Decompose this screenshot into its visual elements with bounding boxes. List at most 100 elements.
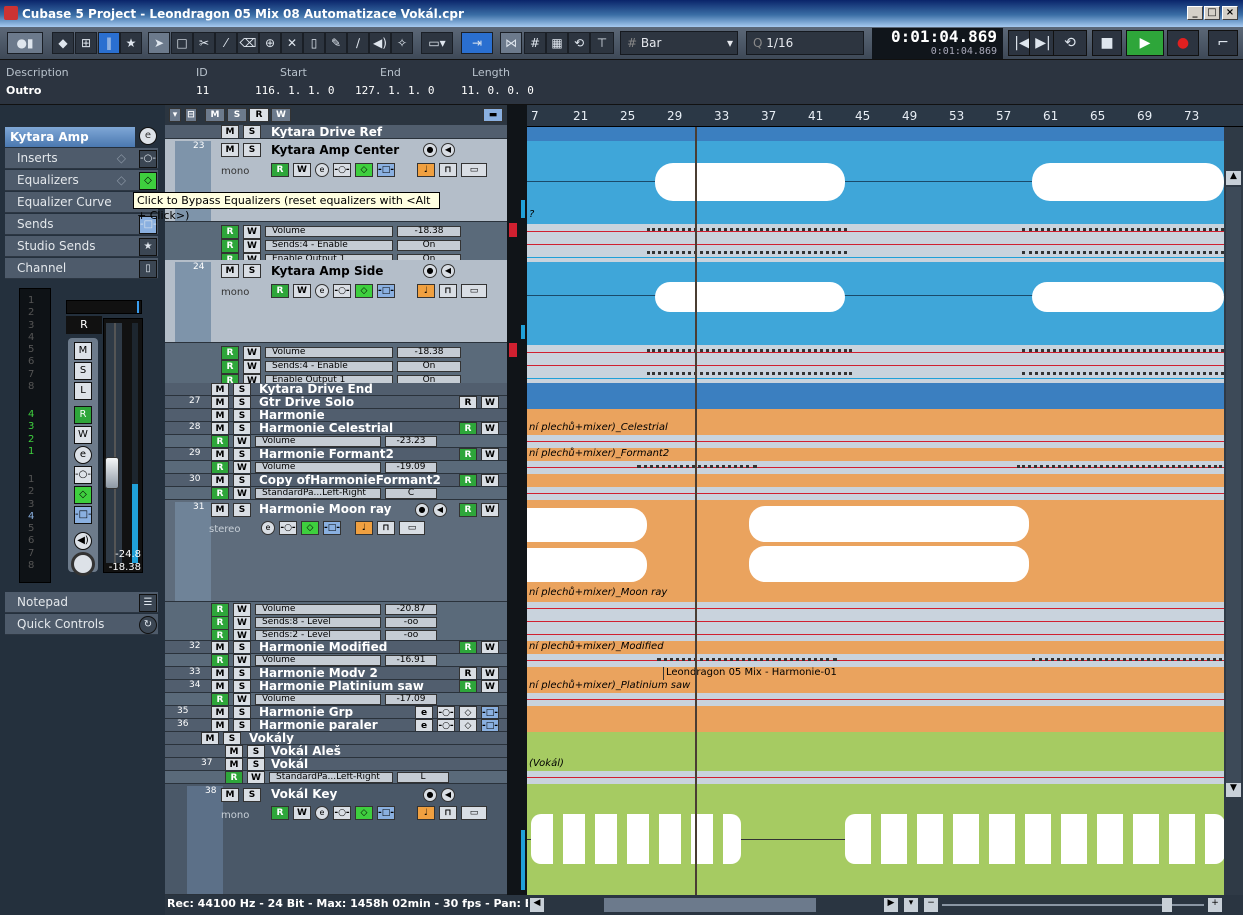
track-folder-vokal-ales[interactable]: M S Vokál Aleš bbox=[165, 745, 507, 758]
audio-waveform[interactable] bbox=[527, 508, 647, 542]
track-name[interactable]: Kytara Drive Ref bbox=[271, 125, 382, 138]
write-button[interactable]: W bbox=[243, 225, 261, 239]
draw-tool-icon[interactable]: ✎ bbox=[325, 32, 347, 54]
mute-button[interactable]: M bbox=[201, 732, 219, 744]
read-button[interactable]: R bbox=[225, 771, 243, 783]
solo-button[interactable]: S bbox=[233, 641, 251, 653]
track-32-harmonie-modified[interactable]: 32 M S Harmonie Modified R W bbox=[165, 641, 507, 654]
read-button[interactable]: R bbox=[271, 806, 289, 820]
glue-tool-icon[interactable]: ⁄ bbox=[215, 32, 237, 54]
solo-button[interactable]: S bbox=[243, 788, 261, 802]
scroll-down-arrow-icon[interactable]: ▼ bbox=[1226, 783, 1241, 797]
crossfade-icon[interactable]: ⟲ bbox=[568, 32, 590, 54]
color-tool-icon[interactable]: ✧ bbox=[391, 32, 413, 54]
horizontal-scrollbar[interactable]: ◀ ▶ ▾ − + bbox=[528, 895, 1243, 915]
object-selection-tool-icon[interactable]: ➤ bbox=[148, 32, 170, 54]
read-button[interactable]: R bbox=[459, 503, 477, 517]
bypass-eq-icon[interactable]: ◇ bbox=[355, 284, 373, 298]
read-button[interactable]: R bbox=[211, 629, 229, 640]
timebase-icon[interactable]: ♩ bbox=[355, 521, 373, 535]
write-button[interactable]: W bbox=[233, 461, 251, 473]
edit-channel-icon[interactable]: e bbox=[315, 806, 329, 820]
autoscroll-icon[interactable]: ⇥ bbox=[461, 32, 493, 54]
track-name[interactable]: Harmonie Modified bbox=[259, 641, 387, 653]
mute-button[interactable]: M bbox=[211, 667, 229, 679]
lanes-icon[interactable]: ▭ bbox=[399, 521, 425, 535]
solo-button[interactable]: S bbox=[233, 667, 251, 679]
write-button[interactable]: W bbox=[481, 680, 499, 692]
read-button[interactable]: R bbox=[271, 284, 289, 298]
mute-button[interactable]: M bbox=[225, 758, 243, 770]
write-button[interactable]: W bbox=[243, 239, 261, 253]
track-name[interactable]: Harmonie Formant2 bbox=[259, 448, 394, 460]
mute-button[interactable]: M bbox=[211, 448, 229, 460]
track-27-gtr-drive-solo[interactable]: 27 M S Gtr Drive Solo R W bbox=[165, 396, 507, 409]
mute-button[interactable]: M bbox=[211, 503, 229, 517]
mute-button[interactable]: M bbox=[211, 474, 229, 486]
info-description-value[interactable]: Outro bbox=[6, 84, 41, 97]
lanes-icon[interactable]: ▭ bbox=[461, 806, 487, 820]
solo-button[interactable]: S bbox=[233, 719, 251, 731]
automation-value[interactable]: -oo bbox=[385, 630, 437, 640]
solo-button[interactable]: S bbox=[233, 422, 251, 434]
info-length-value[interactable]: 11. 0. 0. 0 bbox=[461, 84, 534, 97]
bypass-eq-icon[interactable]: ◇ bbox=[355, 806, 373, 820]
mute-button[interactable]: M bbox=[225, 745, 243, 757]
inserts-bypass-icon[interactable]: -○- bbox=[139, 150, 157, 168]
mute-button[interactable]: M bbox=[221, 788, 239, 802]
timebase-icon[interactable]: ♩ bbox=[417, 806, 435, 820]
audio-waveform[interactable] bbox=[1032, 163, 1224, 201]
lock-icon[interactable]: ⊓ bbox=[439, 806, 457, 820]
write-button[interactable]: W bbox=[293, 284, 311, 298]
snap-toggle-icon[interactable]: ⋈ bbox=[500, 32, 522, 54]
bypass-sends-icon[interactable]: -□- bbox=[377, 163, 395, 177]
studio-sends-star-icon[interactable]: ★ bbox=[139, 238, 157, 256]
maximize-button[interactable]: □ bbox=[1204, 6, 1220, 20]
bypass-inserts-icon[interactable]: -○- bbox=[437, 706, 455, 718]
record-button[interactable]: ● bbox=[1167, 30, 1199, 56]
inspector-equalizers[interactable]: Equalizers ◇ bbox=[5, 170, 158, 191]
automation-mode-icon[interactable]: ⌐ bbox=[1208, 30, 1238, 56]
fader-value[interactable]: -18.38 bbox=[103, 562, 143, 575]
automation-value[interactable]: On bbox=[397, 361, 461, 372]
track-name[interactable]: Vokály bbox=[249, 732, 294, 744]
write-button[interactable]: W bbox=[293, 806, 311, 820]
solo-button[interactable]: S bbox=[233, 474, 251, 486]
solo-button[interactable]: S bbox=[247, 745, 265, 757]
snap-type-select[interactable]: # Bar ▾ bbox=[620, 31, 738, 55]
insert-slots[interactable]: 12345678 bbox=[28, 295, 34, 393]
scroll-right-arrow-icon[interactable]: ▶ bbox=[884, 898, 898, 912]
write-button[interactable]: W bbox=[293, 163, 311, 177]
volume-fader-handle[interactable] bbox=[105, 457, 119, 489]
minimize-button[interactable]: _ bbox=[1187, 6, 1203, 20]
write-button[interactable]: W bbox=[233, 693, 251, 705]
solo-button[interactable]: S bbox=[223, 732, 241, 744]
inspector-inserts[interactable]: Inserts ◇ bbox=[5, 148, 158, 169]
read-button[interactable]: R bbox=[221, 346, 239, 360]
activate-project-button[interactable]: ●▮ bbox=[7, 32, 43, 54]
track-24-kytara-amp-side[interactable]: 24 M S Kytara Amp Side ● ◀ mono R W e -○… bbox=[165, 260, 507, 343]
track-38-vokal-key[interactable]: 38 M S Vokál Key ● ◀ mono R W e -○- ◇ -□… bbox=[165, 784, 507, 895]
automation-value[interactable]: L bbox=[397, 772, 449, 783]
infoline-toggle-icon[interactable]: ⊞ bbox=[75, 32, 97, 54]
audio-waveform[interactable] bbox=[1032, 282, 1224, 312]
read-button[interactable]: R bbox=[211, 487, 229, 499]
audio-waveform[interactable] bbox=[655, 282, 845, 312]
automation-value[interactable]: -19.09 bbox=[385, 462, 437, 473]
automation-parameter[interactable]: Volume bbox=[255, 604, 381, 615]
track-name[interactable]: Kytara Drive End bbox=[259, 383, 373, 395]
solo-button[interactable]: S bbox=[243, 125, 261, 138]
audio-waveform[interactable] bbox=[531, 814, 741, 864]
bypass-sends-icon[interactable]: -□- bbox=[74, 506, 92, 524]
scroll-left-arrow-icon[interactable]: ◀ bbox=[530, 898, 544, 912]
track-folder-kytara-drive-ref[interactable]: M S Kytara Drive Ref bbox=[165, 125, 507, 139]
mute-button[interactable]: M bbox=[211, 706, 229, 718]
snap-point-icon[interactable]: ⊤ bbox=[590, 32, 614, 54]
write-button[interactable]: W bbox=[243, 360, 261, 374]
read-button[interactable]: R bbox=[211, 603, 229, 617]
record-enable-icon[interactable]: ● bbox=[423, 264, 437, 278]
global-write-icon[interactable]: W bbox=[271, 108, 291, 122]
read-button[interactable]: R bbox=[211, 654, 229, 666]
solo-button[interactable]: S bbox=[233, 448, 251, 460]
erase-tool-icon[interactable]: ⌫ bbox=[237, 32, 259, 54]
